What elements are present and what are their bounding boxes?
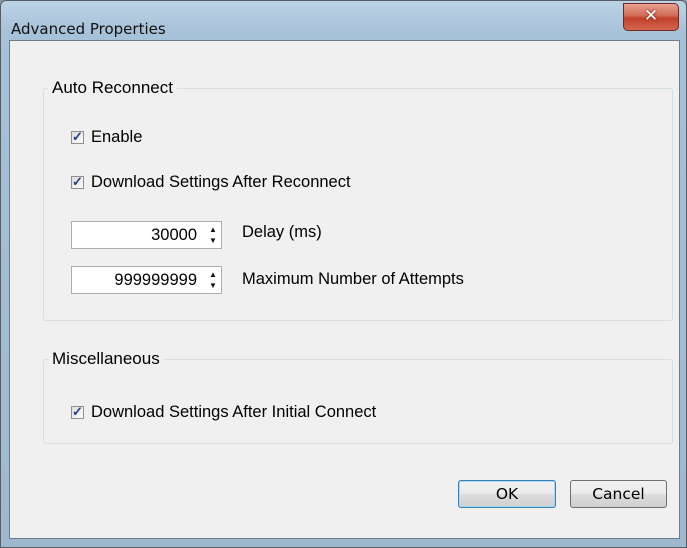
checkmark-icon: ✓ [72, 173, 83, 189]
download-after-initial-row[interactable]: ✓ Download Settings After Initial Connec… [71, 402, 376, 422]
auto-reconnect-title: Auto Reconnect [48, 78, 177, 98]
dialog-window: Advanced Properties ✕ Auto Reconnect ✓ E… [0, 0, 687, 548]
enable-label: Enable [91, 127, 143, 146]
delay-spinbox[interactable]: 30000 ▲ ▼ [71, 221, 222, 249]
enable-checkbox[interactable]: ✓ [71, 128, 84, 144]
enable-checkbox-row[interactable]: ✓ Enable [71, 127, 142, 147]
delay-spin-buttons[interactable]: ▲ ▼ [205, 222, 221, 248]
delay-label: Delay (ms) [242, 223, 322, 241]
close-button[interactable]: ✕ [623, 3, 679, 31]
download-after-initial-checkbox[interactable]: ✓ [71, 403, 84, 419]
ok-button[interactable]: OK [458, 480, 556, 508]
cancel-button[interactable]: Cancel [570, 480, 667, 508]
window-title: Advanced Properties [11, 20, 166, 38]
download-after-reconnect-checkbox[interactable]: ✓ [71, 173, 84, 189]
max-attempts-spinbox[interactable]: 999999999 ▲ ▼ [71, 266, 222, 294]
spin-up-icon[interactable]: ▲ [209, 225, 217, 234]
close-icon: ✕ [643, 6, 659, 26]
spin-down-icon[interactable]: ▼ [209, 236, 217, 245]
download-after-reconnect-label: Download Settings After Reconnect [91, 172, 351, 191]
max-attempts-value[interactable]: 999999999 [72, 267, 205, 293]
title-bar[interactable]: Advanced Properties ✕ [1, 1, 686, 39]
spin-up-icon[interactable]: ▲ [209, 270, 217, 279]
dialog-client-area: Auto Reconnect ✓ Enable ✓ Download Setti… [9, 40, 680, 539]
delay-value[interactable]: 30000 [72, 222, 205, 248]
checkmark-icon: ✓ [72, 128, 83, 144]
spin-down-icon[interactable]: ▼ [209, 281, 217, 290]
max-attempts-spin-buttons[interactable]: ▲ ▼ [205, 267, 221, 293]
download-after-reconnect-row[interactable]: ✓ Download Settings After Reconnect [71, 172, 351, 192]
checkmark-icon: ✓ [72, 403, 83, 419]
max-attempts-label: Maximum Number of Attempts [242, 270, 464, 288]
miscellaneous-title: Miscellaneous [48, 349, 164, 369]
download-after-initial-label: Download Settings After Initial Connect [91, 402, 377, 421]
